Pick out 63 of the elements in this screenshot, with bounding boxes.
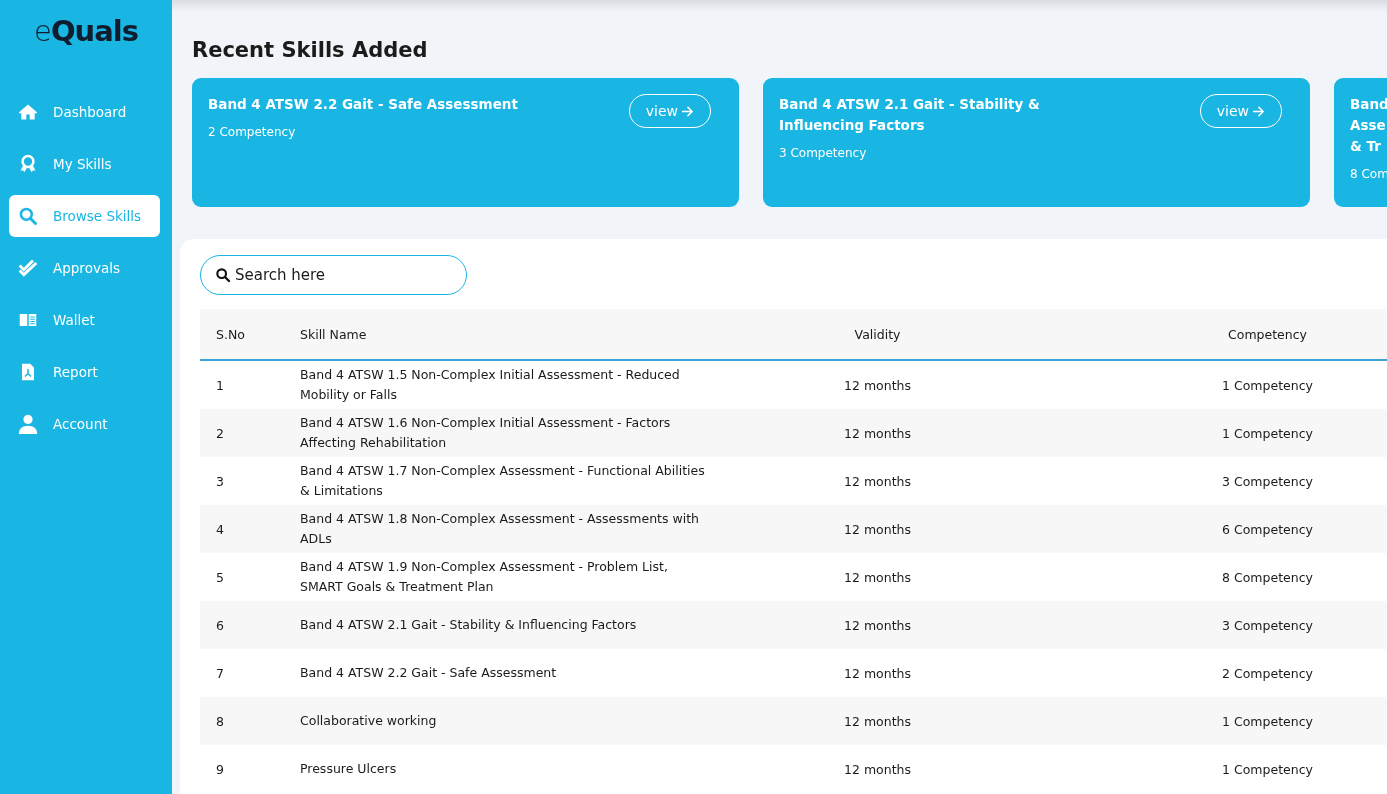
- table-cell-text: Band 4 ATSW 1.7 Non-Complex Assessment - Functional Abilities & Limitations: [299, 462, 706, 500]
- sidebar-item[interactable]: Dashboard: [9, 91, 160, 133]
- table-cell-text: 6: [215, 617, 225, 633]
- column-header: S.No: [215, 326, 246, 342]
- table-cell-text: 12 months: [843, 377, 912, 393]
- table-cell-text: 12 months: [843, 569, 912, 585]
- column-header: Skill Name: [299, 326, 368, 342]
- table-cell-text: Pressure Ulcers: [299, 760, 398, 778]
- table-cell-text: 6 Competency: [1221, 521, 1314, 537]
- table-cell-text: 12 months: [843, 521, 912, 537]
- double-check-icon: [17, 258, 39, 278]
- table-cell-text: 12 months: [843, 473, 912, 489]
- table-cell-text: Band 4 ATSW 2.1 Gait - Stability & Influencing Factors: [299, 616, 638, 634]
- table-cell-text: 9: [215, 761, 225, 777]
- sidebar-item[interactable]: My Skills: [9, 143, 160, 185]
- table-cell-text: 12 months: [843, 425, 912, 441]
- table-cell-text: 3 Competency: [1221, 473, 1314, 489]
- table-cell-text: 12 months: [843, 713, 912, 729]
- table-cell-text: 8 Competency: [1221, 569, 1314, 585]
- sidebar-item[interactable]: Account: [9, 403, 160, 445]
- sidebar-item[interactable]: Browse Skills: [9, 195, 160, 237]
- competency-count: 8 Com: [1350, 167, 1387, 181]
- table-cell-text: Collaborative working: [299, 712, 438, 730]
- card-title: Band Asse & Tr: [1350, 95, 1387, 156]
- search-field[interactable]: Search here: [200, 255, 467, 295]
- table-cell-text: 12 months: [843, 761, 912, 777]
- table-cell-text: 1: [215, 377, 225, 393]
- table-cell-text: 5: [215, 569, 225, 585]
- column-header: Competency: [1227, 326, 1308, 342]
- table-cell-text: Band 4 ATSW 1.6 Non-Complex Initial Assessment - Factors Affecting Rehabilitation: [299, 414, 672, 452]
- table-cell-text: 2: [215, 425, 225, 441]
- table-cell-text: 1 Competency: [1221, 761, 1314, 777]
- table-cell-text: 1 Competency: [1221, 713, 1314, 729]
- table-cell-text: 1 Competency: [1221, 377, 1314, 393]
- logo-text: eQuals: [34, 14, 138, 48]
- card-title: Band 4 ATSW 2.1 Gait - Stability & Influencing Factors: [779, 95, 1040, 135]
- table-cell-text: Band 4 ATSW 1.8 Non-Complex Assessment - Assessments with ADLs: [299, 510, 700, 548]
- table-cell-text: 8: [215, 713, 225, 729]
- arrow-icon: [681, 104, 694, 118]
- sidebar-item[interactable]: Approvals: [9, 247, 160, 289]
- book-icon: [17, 311, 39, 329]
- home-icon: [17, 102, 39, 122]
- table-cell-text: Band 4 ATSW 1.5 Non-Complex Initial Assessment - Reduced Mobility or Falls: [299, 366, 681, 404]
- table-cell-text: 3: [215, 473, 225, 489]
- table-cell-text: 3 Competency: [1221, 617, 1314, 633]
- table-cell-text: 4: [215, 521, 225, 537]
- table-cell-text: 7: [215, 665, 225, 681]
- user-icon: [17, 413, 39, 435]
- card-title: Band 4 ATSW 2.2 Gait - Safe Assessment: [208, 95, 518, 114]
- search-icon: [17, 206, 39, 226]
- table-cell-text: 12 months: [843, 617, 912, 633]
- competency-count: 2 Competency: [208, 125, 297, 139]
- sidebar-item[interactable]: Wallet: [9, 299, 160, 341]
- column-header: Validity: [853, 326, 902, 342]
- table-cell-text: Band 4 ATSW 1.9 Non-Complex Assessment - Problem List, SMART Goals & Treatment Plan: [299, 558, 669, 596]
- arrow-icon: [1252, 104, 1265, 118]
- table-cell-text: Band 4 ATSW 2.2 Gait - Safe Assessment: [299, 664, 558, 682]
- section-title: Recent Skills Added: [192, 38, 429, 62]
- sidebar-item[interactable]: Report: [9, 351, 160, 393]
- table-cell-text: 2 Competency: [1221, 665, 1314, 681]
- competency-count: 3 Competency: [779, 146, 868, 160]
- table-cell-text: 12 months: [843, 665, 912, 681]
- table-cell-text: 1 Competency: [1221, 425, 1314, 441]
